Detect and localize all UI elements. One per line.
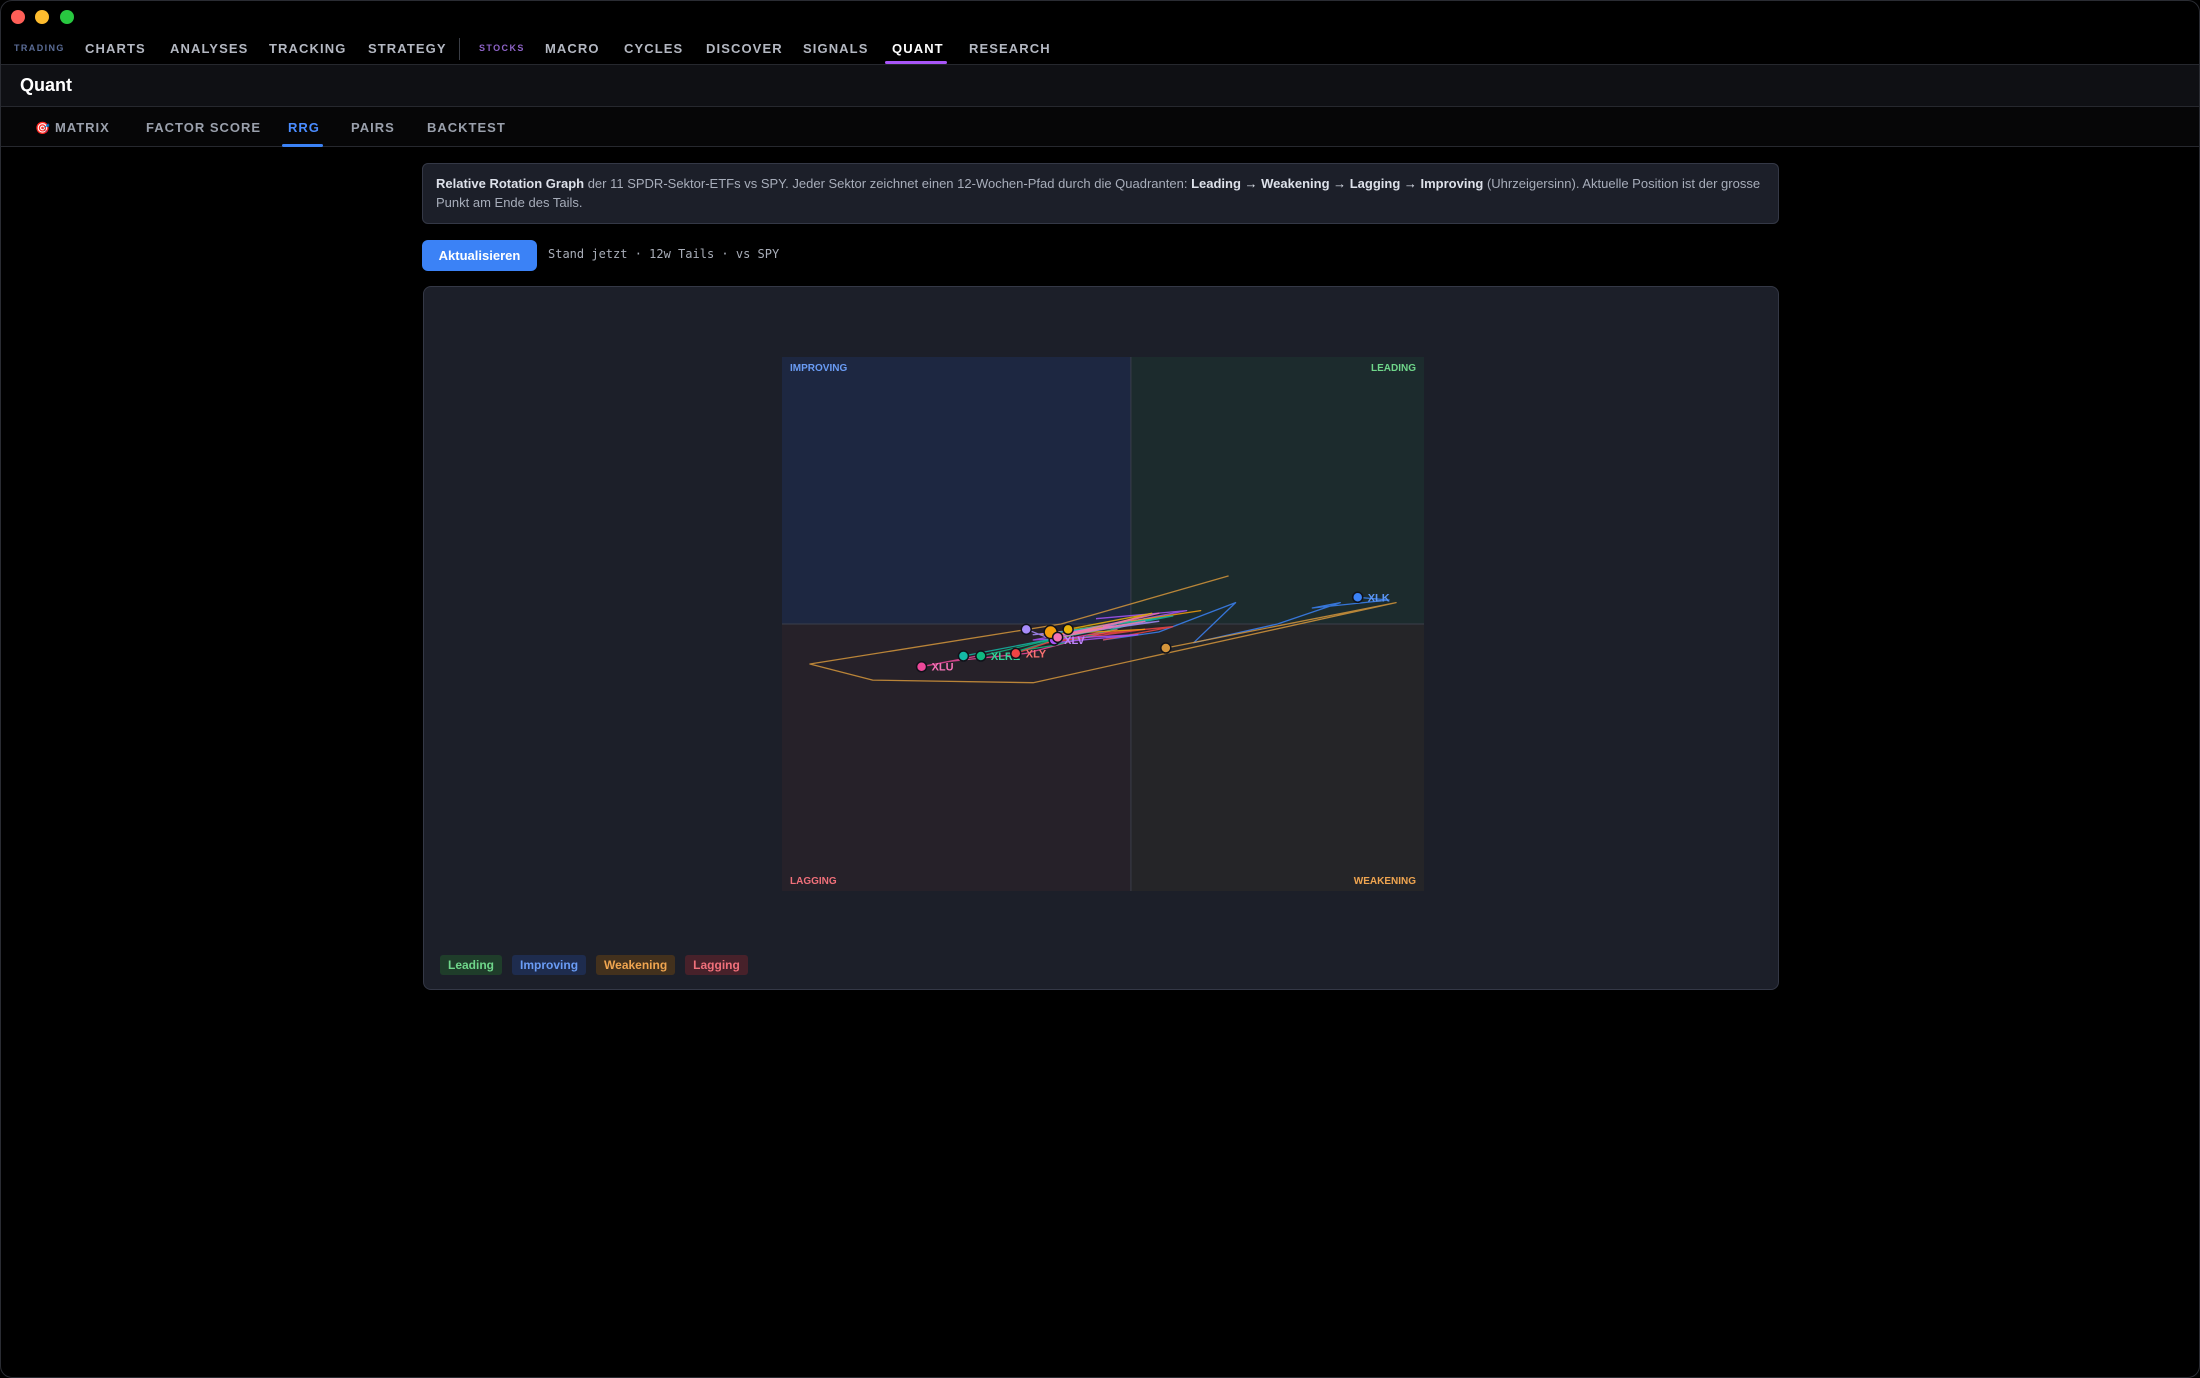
label-xly: XLY (1026, 648, 1047, 660)
tab-matrix-label: MATRIX (54, 120, 110, 135)
point-xlc (957, 650, 970, 662)
nav-discover[interactable]: DISCOVER (706, 41, 783, 56)
status-text: Stand jetzt · 12w Tails · vs SPY (548, 247, 780, 261)
quadrant-leading (1130, 357, 1424, 624)
point-xlb (1062, 623, 1074, 636)
point-xli (1020, 623, 1032, 636)
rrg-chart: IMPROVING LEADING LAGGING WEAKENING XLK XLU XL… (782, 357, 1424, 891)
refresh-button[interactable]: Aktualisieren (422, 240, 537, 271)
nav-divider (459, 38, 460, 60)
tab-pairs[interactable]: PAIRS (351, 120, 395, 135)
quadrant-weakening (1130, 624, 1424, 891)
tab-backtest[interactable]: BACKTEST (427, 120, 506, 135)
point-xlp (1051, 631, 1064, 644)
minimize-window-button[interactable] (35, 10, 49, 24)
quadrant-label-leading: LEADING (1371, 363, 1416, 374)
description-title: Relative Rotation Graph (436, 176, 585, 191)
target-icon: 🎯 (35, 121, 51, 135)
point-xle (1160, 642, 1172, 654)
label-xlu: XLU (932, 662, 954, 674)
legend-improving: Improving (512, 955, 587, 975)
rrg-description: Relative Rotation Graph der 11 SPDR-Sekt… (422, 163, 1779, 224)
label-xlk: XLK (1368, 592, 1390, 604)
point-xlk (1351, 591, 1364, 604)
legend-lagging: Lagging (685, 955, 748, 975)
page-header: Quant (1, 65, 2199, 107)
point-xlre (975, 650, 987, 662)
nav-charts[interactable]: CHARTS (85, 41, 146, 56)
rrg-chart-panel: IMPROVING LEADING LAGGING WEAKENING XLK XLU XL… (423, 286, 1779, 990)
top-navigation: TRADING CHARTS ANALYSES TRACKING STRATEG… (1, 31, 2199, 65)
page-title: Quant (20, 75, 72, 95)
tab-rrg[interactable]: RRG (288, 120, 320, 135)
tab-matrix[interactable]: 🎯 MATRIX (35, 120, 110, 135)
nav-signals[interactable]: SIGNALS (803, 41, 868, 56)
quadrant-label-weakening: WEAKENING (1354, 876, 1416, 887)
point-xlu (915, 660, 928, 673)
nav-group-trading: TRADING (14, 43, 65, 53)
nav-quant[interactable]: QUANT (892, 41, 944, 56)
legend-weakening: Weakening (596, 955, 676, 975)
description-text-1: der 11 SPDR-Sektor-ETFs vs SPY. Jeder Se… (584, 176, 1192, 191)
nav-macro[interactable]: MACRO (545, 41, 600, 56)
point-xly (1010, 647, 1022, 660)
nav-tracking[interactable]: TRACKING (269, 41, 346, 56)
nav-active-indicator (885, 61, 947, 64)
tab-active-indicator (282, 144, 323, 147)
close-window-button[interactable] (11, 10, 25, 24)
titlebar (1, 1, 2199, 31)
zoom-window-button[interactable] (60, 10, 74, 24)
label-xlv: XLV (1064, 635, 1085, 647)
description-cycle: Leading → Weakening → Lagging → Improvin… (1191, 176, 1484, 191)
quadrant-label-lagging: LAGGING (790, 876, 837, 887)
app-window: TRADING CHARTS ANALYSES TRACKING STRATEG… (0, 0, 2200, 1378)
nav-group-stocks: STOCKS (479, 43, 525, 53)
tab-factor-score[interactable]: FACTOR SCORE (146, 120, 261, 135)
nav-strategy[interactable]: STRATEGY (368, 41, 447, 56)
legend-leading: Leading (440, 955, 503, 975)
quadrant-improving (782, 357, 1131, 624)
quadrant-lagging (782, 624, 1131, 891)
quadrant-label-improving: IMPROVING (790, 363, 847, 374)
nav-research[interactable]: RESEARCH (969, 41, 1051, 56)
quadrant-legend: Leading Improving Weakening Lagging (440, 955, 748, 975)
nav-cycles[interactable]: CYCLES (624, 41, 683, 56)
quant-tabs: 🎯 MATRIX FACTOR SCORE RRG PAIRS BACKTEST (1, 107, 2199, 147)
nav-analyses[interactable]: ANALYSES (170, 41, 248, 56)
